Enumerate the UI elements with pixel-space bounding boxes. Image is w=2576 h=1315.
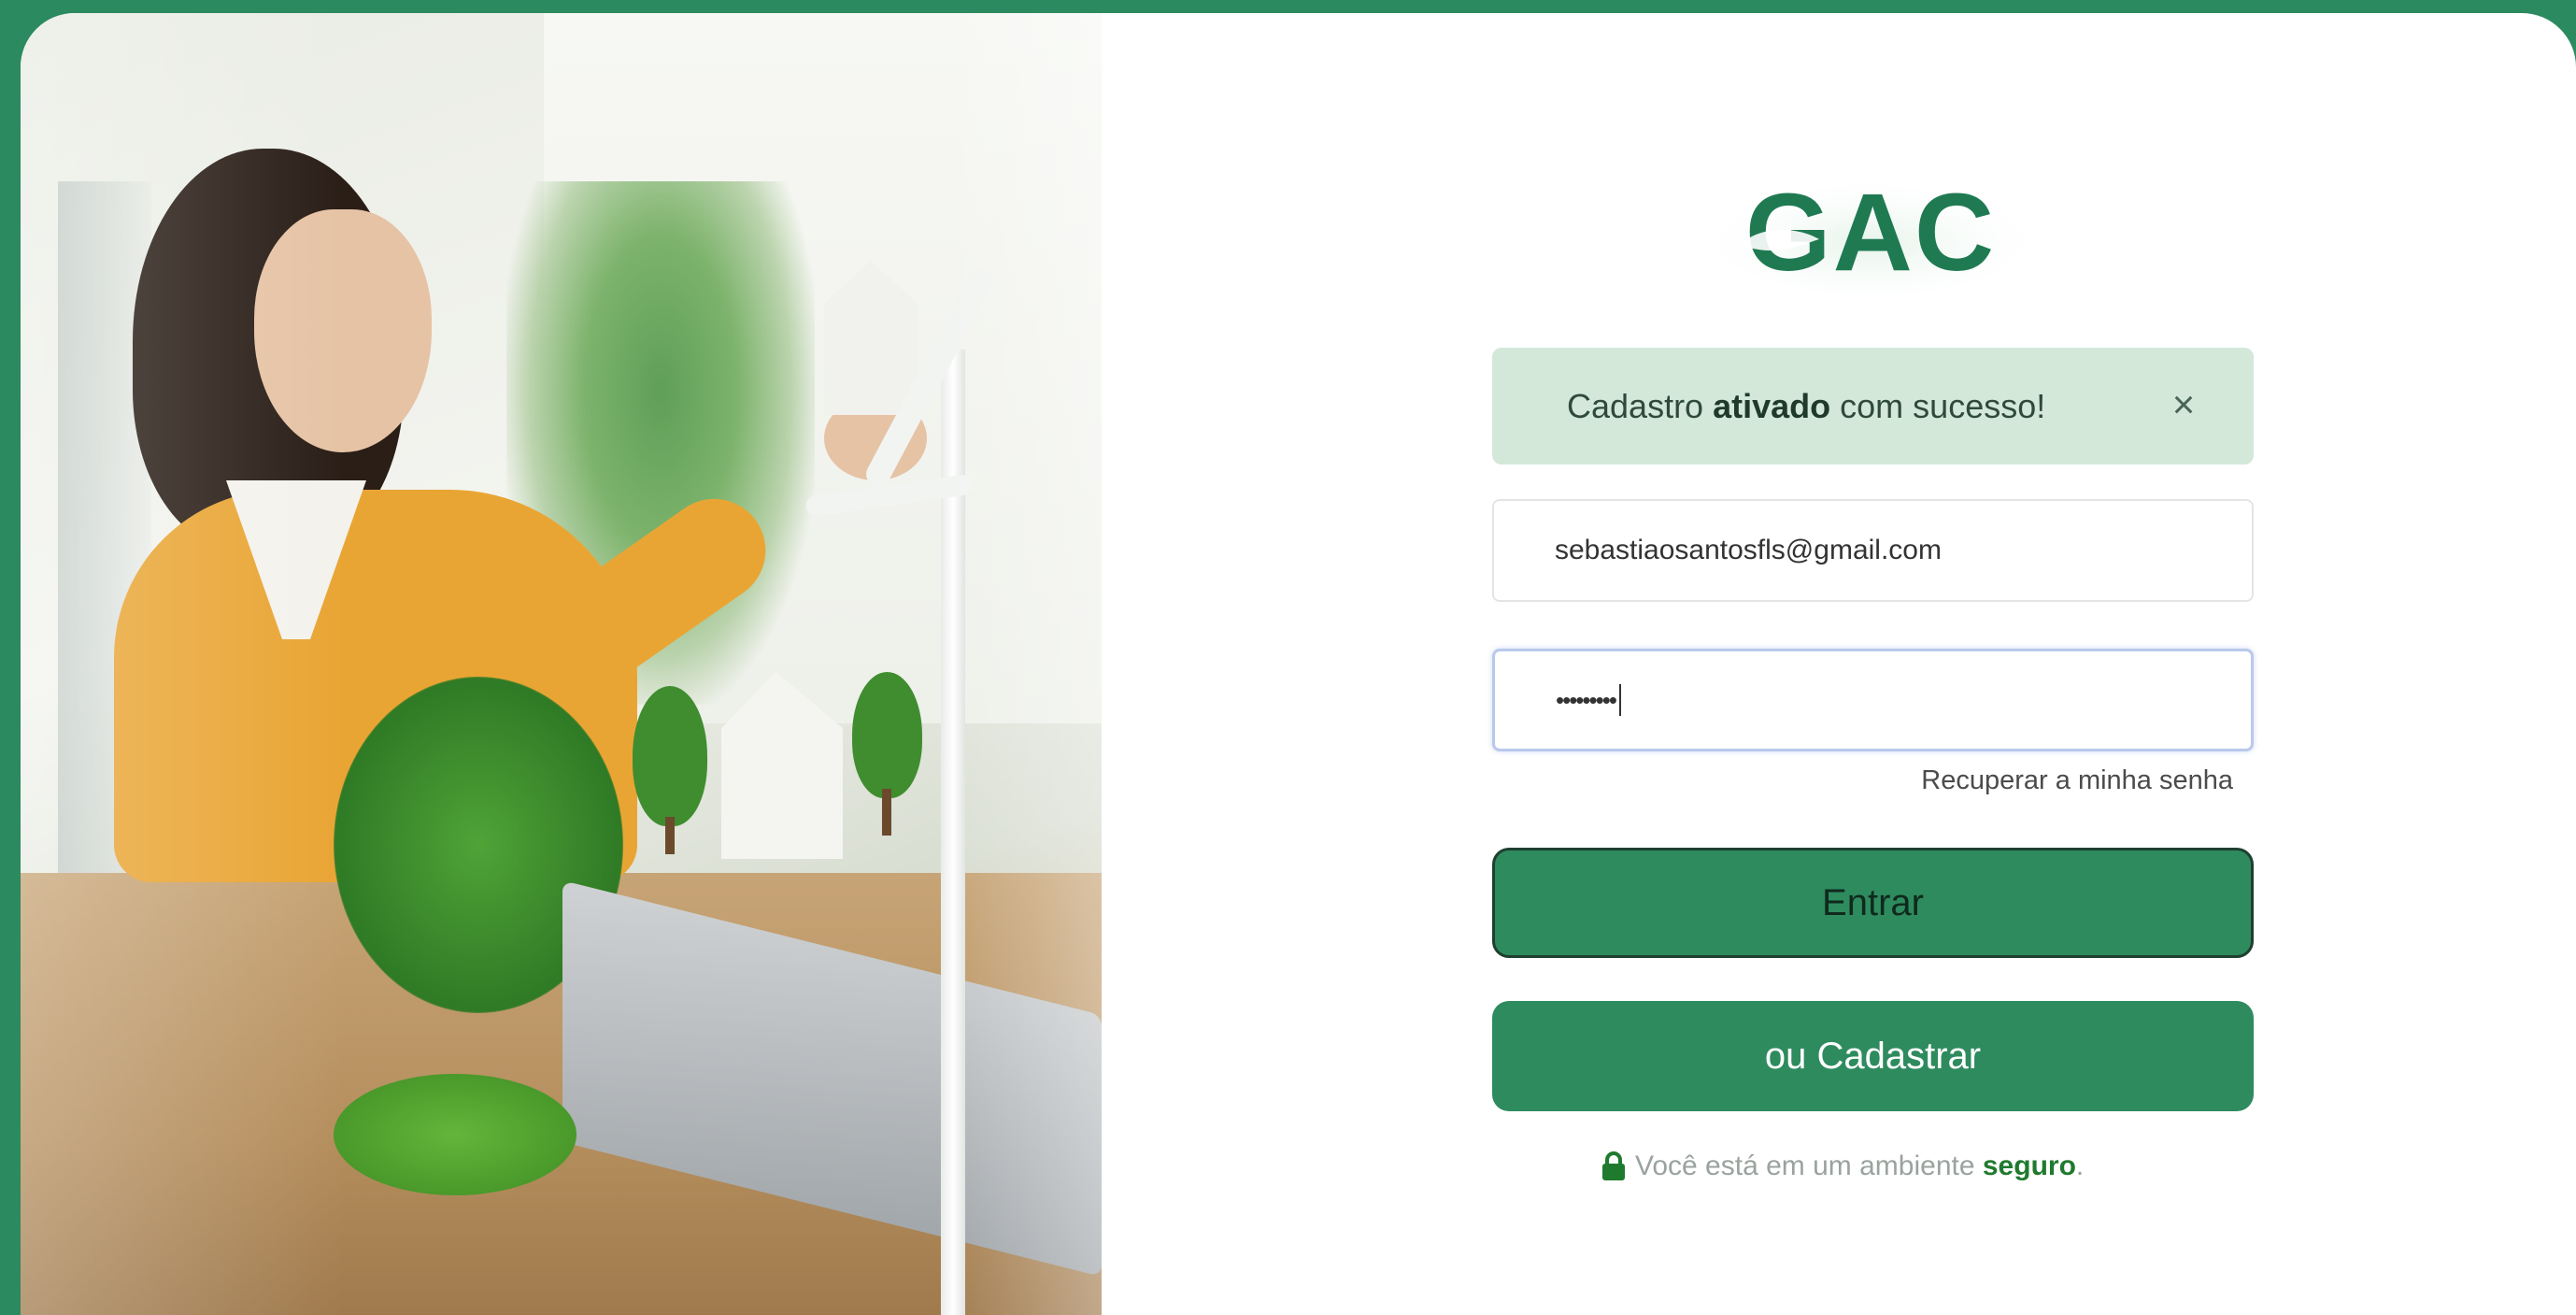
secure-prefix: Você está em um ambiente — [1635, 1151, 1975, 1181]
gac-logo-mark: GAC — [1716, 172, 2025, 293]
recover-password-link[interactable]: Recuperar a minha senha — [1921, 765, 2233, 796]
alert-emphasis: ativado — [1713, 386, 1831, 425]
page-frame: GAC Cadastro ativado com sucesso! × seba… — [21, 13, 2576, 1315]
lock-icon — [1602, 1151, 1625, 1180]
success-alert: Cadastro ativado com sucesso! × — [1492, 348, 2254, 465]
gac-logo: GAC — [1712, 172, 2029, 293]
secure-suffix: . — [2075, 1151, 2085, 1181]
password-field[interactable]: ••••••••• — [1492, 649, 2254, 751]
close-icon[interactable]: × — [2160, 381, 2207, 428]
text-caret — [1618, 684, 1621, 716]
alert-suffix: com sucesso! — [1840, 386, 2046, 425]
email-value: sebastiaosantosfls@gmail.com — [1555, 535, 1942, 565]
enter-button[interactable]: Entrar — [1492, 848, 2254, 958]
hero-photo — [21, 13, 1102, 1315]
signup-button[interactable]: ou Cadastrar — [1492, 1001, 2254, 1111]
alert-prefix: Cadastro — [1567, 386, 1704, 425]
secure-notice: Você está em um ambiente seguro. — [1600, 1151, 2160, 1182]
email-field[interactable]: sebastiaosantosfls@gmail.com — [1492, 499, 2254, 602]
alert-text: Cadastro ativado com sucesso! — [1567, 387, 2045, 426]
password-value: ••••••••• — [1556, 685, 1617, 714]
secure-emphasis: seguro — [1982, 1151, 2076, 1181]
